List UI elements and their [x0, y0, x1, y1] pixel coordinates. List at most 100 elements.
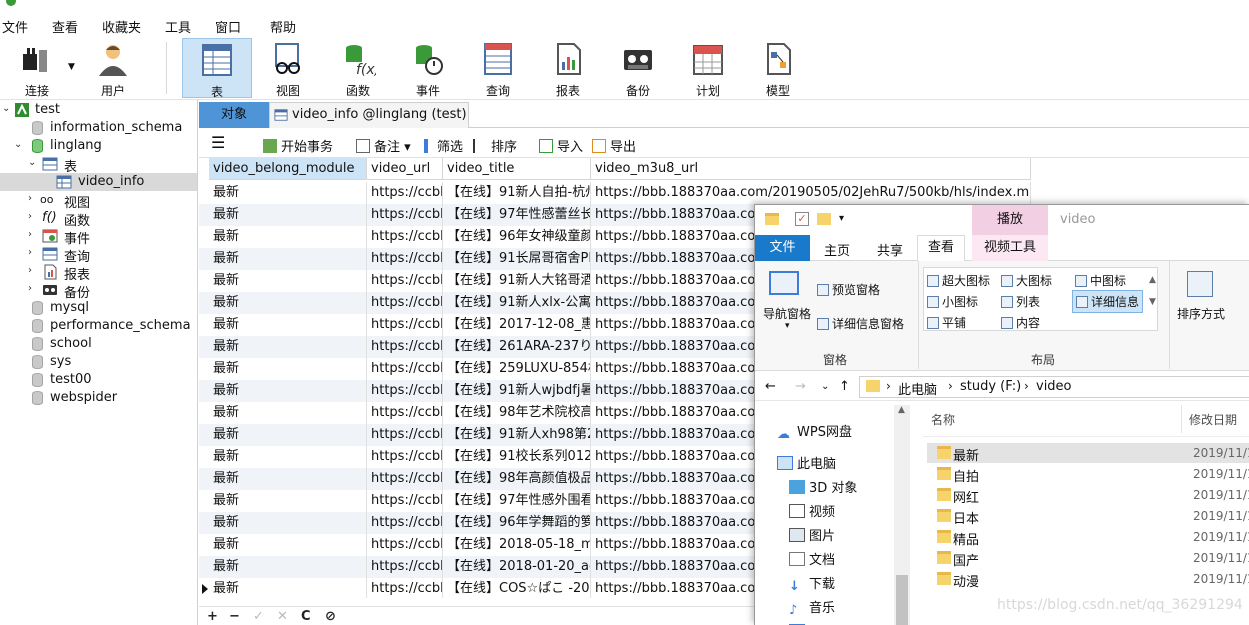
model-button[interactable]: 模型: [748, 38, 808, 98]
table-cell[interactable]: https://ccbbl: [367, 292, 443, 314]
chevron-right-icon[interactable]: ›: [28, 229, 38, 240]
begin-transaction-button[interactable]: 开始事务: [263, 136, 333, 155]
export-button[interactable]: 导出: [592, 136, 636, 155]
folder-list-item[interactable]: 精品 2019/11/1: [927, 527, 1249, 548]
details-pane-button[interactable]: 详细信息窗格: [817, 315, 904, 332]
apply-button[interactable]: ✓: [253, 609, 264, 624]
folder-list-item[interactable]: 日本 2019/11/1: [927, 506, 1249, 527]
menu-view[interactable]: 查看: [52, 17, 78, 36]
view-button[interactable]: 视图: [258, 38, 318, 98]
tree-db-information-schema[interactable]: information_schema: [0, 119, 198, 137]
tree-db-school[interactable]: school: [0, 335, 198, 353]
extra-large-icons-option[interactable]: 超大图标: [927, 272, 990, 289]
tree-connection-test[interactable]: ⌄ test: [0, 101, 198, 119]
nav-3d-objects[interactable]: 3D 对象: [789, 477, 857, 497]
table-cell[interactable]: 【在线】91新人wjbdfj暑假: [443, 380, 591, 402]
table-cell[interactable]: 【在线】97年性感蕾丝长腿: [443, 204, 591, 226]
column-header-video-url[interactable]: video_url: [367, 158, 443, 180]
tab-video-tools[interactable]: 视频工具: [972, 235, 1048, 261]
table-cell[interactable]: https://ccbbl: [367, 358, 443, 380]
nav-documents[interactable]: 文档: [789, 549, 835, 569]
tree-group-views[interactable]: › oo 视图: [0, 191, 198, 211]
back-arrow-icon[interactable]: ←: [765, 379, 776, 394]
breadcrumb-video[interactable]: video: [1036, 379, 1072, 394]
table-cell[interactable]: 最新: [209, 446, 367, 468]
menu-help[interactable]: 帮助: [270, 17, 296, 36]
column-header-modified[interactable]: 修改日期: [1189, 411, 1237, 428]
table-cell[interactable]: 最新: [209, 402, 367, 424]
chevron-right-icon[interactable]: ›: [28, 247, 38, 258]
chevron-right-icon[interactable]: ›: [28, 265, 38, 276]
filter-button[interactable]: 筛选: [419, 136, 463, 155]
table-cell[interactable]: 最新: [209, 534, 367, 556]
nav-this-pc[interactable]: 此电脑: [777, 453, 836, 473]
hamburger-menu-icon[interactable]: ☰: [211, 133, 225, 152]
table-cell[interactable]: https://ccbbl: [367, 182, 443, 204]
table-cell[interactable]: 最新: [209, 556, 367, 578]
table-cell[interactable]: https://bbb.188370aa.com/20190505/02JehR…: [591, 182, 1031, 204]
function-button[interactable]: f(x) 函数: [328, 38, 388, 98]
up-arrow-icon[interactable]: ↑: [839, 379, 850, 394]
table-cell[interactable]: 最新: [209, 512, 367, 534]
table-cell[interactable]: https://ccbbl: [367, 226, 443, 248]
table-cell[interactable]: 最新: [209, 424, 367, 446]
sort-button[interactable]: 排序: [473, 136, 517, 155]
folder-list-item[interactable]: 最新 2019/11/1: [927, 443, 1249, 464]
list-option[interactable]: 列表: [1001, 293, 1040, 310]
table-cell[interactable]: https://ccbbl: [367, 446, 443, 468]
details-option[interactable]: 详细信息: [1072, 290, 1144, 313]
tree-group-functions[interactable]: › f() 函数: [0, 209, 198, 229]
nav-desktop[interactable]: 桌面: [789, 621, 835, 625]
quick-access-dropdown-icon[interactable]: ▾: [839, 213, 844, 224]
menu-file[interactable]: 文件: [2, 17, 28, 36]
nav-pictures[interactable]: 图片: [789, 525, 835, 545]
tree-db-test00[interactable]: test00: [0, 371, 198, 389]
tree-db-linglang[interactable]: ⌄ linglang: [0, 137, 198, 155]
backup-button[interactable]: 备份: [608, 38, 668, 98]
chevron-right-icon[interactable]: ›: [28, 211, 38, 222]
table-cell[interactable]: 【在线】2018-01-20_acafi: [443, 556, 591, 578]
tab-video-info[interactable]: video_info @linglang (test) -...: [269, 102, 469, 128]
breadcrumb-study-drive[interactable]: study (F:): [960, 379, 1021, 394]
table-cell[interactable]: https://ccbbl: [367, 578, 443, 598]
chevron-down-icon[interactable]: ⌄: [2, 103, 12, 114]
table-cell[interactable]: 最新: [209, 204, 367, 226]
query-button[interactable]: 查询: [468, 38, 528, 98]
menu-favorites[interactable]: 收藏夹: [102, 17, 141, 36]
nav-downloads[interactable]: ↓ 下载: [789, 573, 835, 594]
table-cell[interactable]: 【在线】91新人大铭哥酒店: [443, 270, 591, 292]
schedule-button[interactable]: 计划: [678, 38, 738, 98]
chevron-down-icon[interactable]: ⌄: [14, 139, 24, 150]
tab-objects[interactable]: 对象: [199, 102, 269, 128]
table-cell[interactable]: 最新: [209, 336, 367, 358]
tree-db-sys[interactable]: sys: [0, 353, 198, 371]
column-header-name[interactable]: 名称: [931, 411, 955, 428]
event-button[interactable]: 事件: [398, 38, 458, 98]
content-option[interactable]: 内容: [1001, 314, 1040, 331]
folder-list-item[interactable]: 国产 2019/11/1: [927, 548, 1249, 569]
context-tab-play[interactable]: 播放: [972, 205, 1048, 235]
table-cell[interactable]: 最新: [209, 248, 367, 270]
table-cell[interactable]: 最新: [209, 182, 367, 204]
tab-view[interactable]: 查看: [917, 235, 965, 261]
navigation-pane-button[interactable]: 导航窗格: [763, 305, 811, 322]
table-cell[interactable]: https://ccbbl: [367, 534, 443, 556]
table-cell[interactable]: 【在线】98年艺术院校高颜: [443, 402, 591, 424]
table-cell[interactable]: https://ccbbl: [367, 270, 443, 292]
column-header-video-belong-module[interactable]: video_belong_module: [209, 158, 367, 180]
forward-arrow-icon[interactable]: →: [795, 379, 806, 394]
table-cell[interactable]: 【在线】91新人自拍-杭州出: [443, 182, 591, 204]
table-cell[interactable]: 【在线】2017-12-08_惠娜: [443, 314, 591, 336]
table-cell[interactable]: 【在线】96年女神级童颜气: [443, 226, 591, 248]
tree-group-reports[interactable]: › 报表: [0, 263, 198, 283]
breadcrumb-this-pc[interactable]: 此电脑: [898, 379, 937, 398]
table-cell[interactable]: 【在线】98年高颜值极品大: [443, 468, 591, 490]
table-cell[interactable]: 【在线】2018-05-18_mak: [443, 534, 591, 556]
nav-wps-cloud[interactable]: ☁ WPS网盘: [777, 421, 852, 442]
tree-group-events[interactable]: › 事件: [0, 227, 198, 247]
folder-list-item[interactable]: 自拍 2019/11/1: [927, 464, 1249, 485]
table-cell[interactable]: 最新: [209, 490, 367, 512]
scroll-up-icon[interactable]: ▲: [898, 405, 905, 415]
menu-tools[interactable]: 工具: [165, 17, 191, 36]
table-cell[interactable]: 最新: [209, 270, 367, 292]
